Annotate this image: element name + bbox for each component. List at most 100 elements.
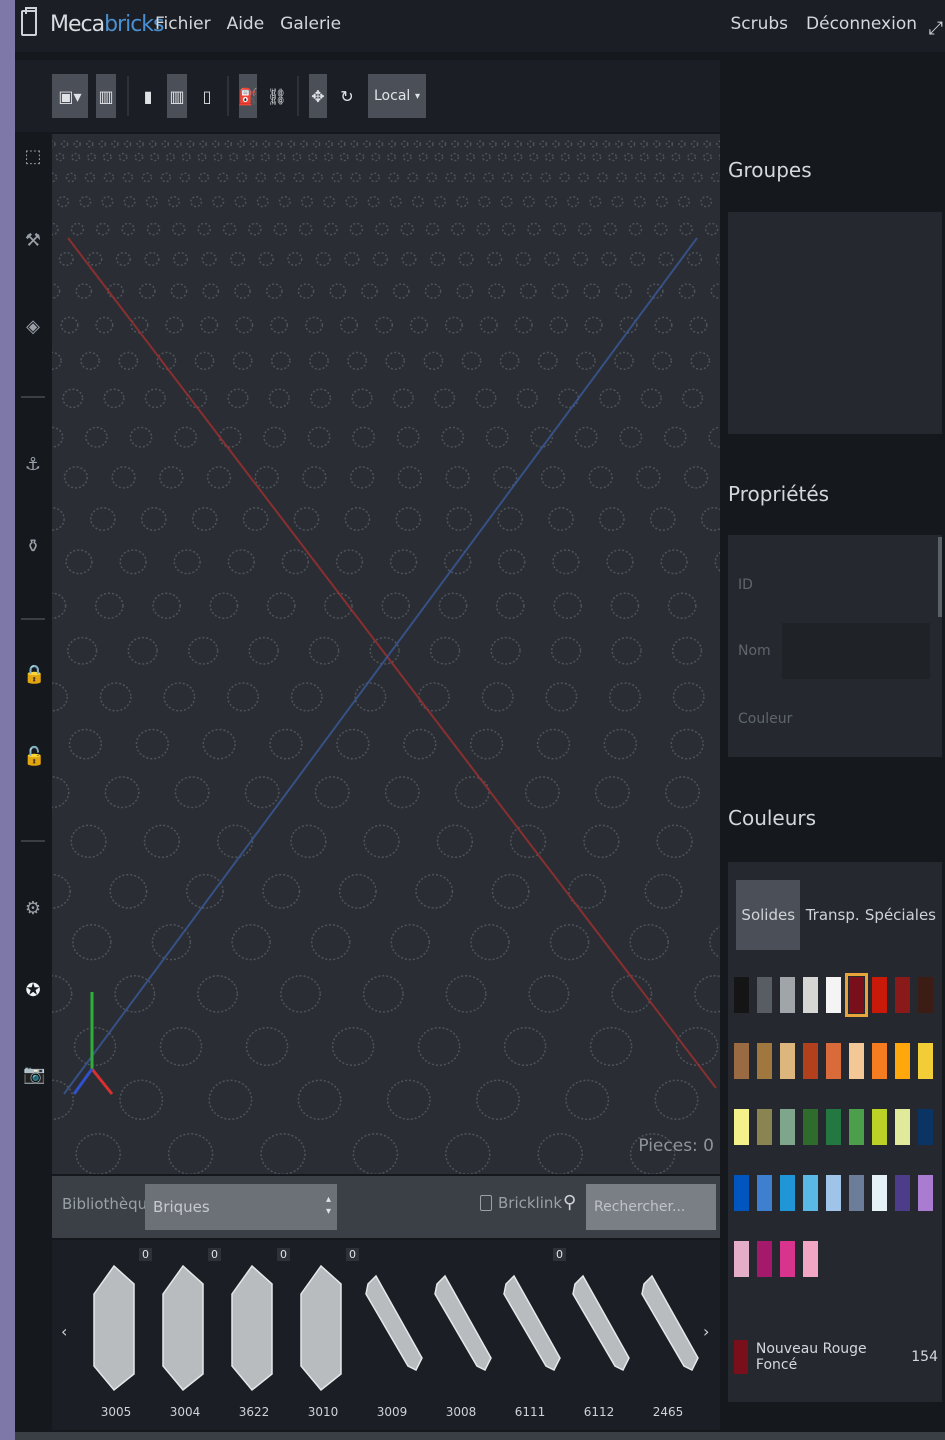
- color-swatch[interactable]: [734, 1241, 749, 1277]
- color-swatch[interactable]: [757, 1175, 772, 1211]
- color-swatch[interactable]: [780, 1175, 795, 1211]
- menu-fichier[interactable]: Fichier: [155, 14, 211, 34]
- part-card[interactable]: 2465: [636, 1248, 700, 1423]
- color-swatch[interactable]: [826, 977, 841, 1013]
- color-swatch[interactable]: [849, 1043, 864, 1079]
- brand-logo[interactable]: Mecabricks: [50, 12, 165, 37]
- tab-transparent[interactable]: Transp.: [800, 880, 864, 950]
- color-swatch[interactable]: [780, 1241, 795, 1277]
- part-card[interactable]: 3008: [429, 1248, 493, 1423]
- part-card[interactable]: 0 6111: [498, 1248, 566, 1423]
- color-swatch[interactable]: [803, 1241, 818, 1277]
- color-swatch[interactable]: [849, 1175, 864, 1211]
- transform-space-select[interactable]: Local ▾: [368, 74, 426, 118]
- paint-bucket-button[interactable]: ⛽: [238, 74, 258, 118]
- brick-icon: [93, 1264, 135, 1392]
- color-swatch[interactable]: [895, 1109, 910, 1145]
- lock-tool[interactable]: 🔒: [23, 664, 45, 685]
- color-swatch[interactable]: [872, 977, 887, 1013]
- color-swatch[interactable]: [895, 1043, 910, 1079]
- user-account-link[interactable]: Scrubs: [730, 14, 788, 34]
- color-swatch[interactable]: [845, 973, 868, 1017]
- unlock-tool[interactable]: 🔓: [23, 746, 45, 767]
- hammer-tool[interactable]: ⚒: [23, 230, 43, 251]
- color-swatch[interactable]: [803, 1109, 818, 1145]
- property-name-label: Nom: [738, 643, 771, 659]
- carousel-prev-button[interactable]: ‹: [61, 1322, 67, 1341]
- camera-tool[interactable]: 📷: [23, 1064, 45, 1085]
- bottle-tool[interactable]: ⚱: [23, 536, 43, 557]
- color-swatch[interactable]: [803, 1043, 818, 1079]
- color-swatch[interactable]: [849, 1109, 864, 1145]
- view-medium-button[interactable]: ▥: [167, 74, 187, 118]
- color-swatch[interactable]: [918, 1043, 933, 1079]
- part-card[interactable]: 0 3004: [153, 1248, 221, 1423]
- bricklink-checkbox[interactable]: Bricklink: [480, 1194, 562, 1212]
- help-tool[interactable]: ✪: [23, 980, 43, 1001]
- color-swatch[interactable]: [918, 977, 933, 1013]
- select-box-tool[interactable]: ⬚: [23, 146, 43, 167]
- move-tool-button[interactable]: ✥: [309, 74, 327, 118]
- category-select[interactable]: Briques ▴ ▾: [145, 1184, 337, 1230]
- part-card[interactable]: 6112: [567, 1248, 631, 1423]
- color-swatch[interactable]: [780, 1043, 795, 1079]
- menu-galerie[interactable]: Galerie: [280, 14, 341, 34]
- target-tool[interactable]: ◈: [23, 316, 43, 337]
- color-swatch[interactable]: [757, 1241, 772, 1277]
- settings-tool[interactable]: ⚙: [23, 898, 43, 919]
- grid-toggle-button[interactable]: ▥: [96, 74, 116, 118]
- color-swatch[interactable]: [734, 1043, 749, 1079]
- part-count-badge: 0: [277, 1248, 290, 1261]
- color-swatch[interactable]: [734, 977, 749, 1013]
- part-card[interactable]: 0 3622: [222, 1248, 290, 1423]
- color-swatch[interactable]: [895, 977, 910, 1013]
- groups-panel: [728, 212, 942, 434]
- color-swatch[interactable]: [872, 1043, 887, 1079]
- color-swatch[interactable]: [826, 1109, 841, 1145]
- brick-icon: [503, 1274, 561, 1372]
- menu-aide[interactable]: Aide: [227, 14, 265, 34]
- window-edge: [0, 0, 15, 1440]
- color-swatch[interactable]: [780, 977, 795, 1013]
- part-card[interactable]: 0 3010: [291, 1248, 359, 1423]
- view-small-button[interactable]: ▮: [141, 74, 155, 118]
- color-swatch[interactable]: [757, 1043, 772, 1079]
- add-brick-dropdown-button[interactable]: ▣▾: [52, 74, 88, 118]
- property-name-field[interactable]: [782, 623, 930, 679]
- pieces-counter: Pieces: 0: [638, 1136, 714, 1156]
- tab-solides[interactable]: Solides: [736, 880, 801, 950]
- color-swatch[interactable]: [757, 977, 772, 1013]
- search-icon: ⚲: [563, 1192, 577, 1213]
- color-swatch[interactable]: [918, 1175, 933, 1211]
- expand-icon[interactable]: ⤢: [929, 18, 943, 39]
- color-swatch[interactable]: [872, 1175, 887, 1211]
- color-swatch[interactable]: [803, 977, 818, 1013]
- link-button[interactable]: ⛓: [267, 74, 287, 118]
- search-input[interactable]: [586, 1184, 716, 1230]
- color-swatch[interactable]: [826, 1043, 841, 1079]
- logout-link[interactable]: Déconnexion: [806, 14, 917, 34]
- color-swatch[interactable]: [826, 1175, 841, 1211]
- property-color-label: Couleur: [738, 711, 793, 727]
- color-swatch[interactable]: [734, 1175, 749, 1211]
- scrollbar[interactable]: [938, 537, 942, 617]
- color-swatch[interactable]: [918, 1109, 933, 1145]
- part-card[interactable]: 0 3005: [84, 1248, 152, 1423]
- stamp-tool[interactable]: ⚓: [23, 454, 43, 475]
- color-swatch[interactable]: [803, 1175, 818, 1211]
- carousel-next-button[interactable]: ›: [703, 1322, 709, 1341]
- view-outline-button[interactable]: ▯: [199, 74, 215, 118]
- rotate-tool-button[interactable]: ↻: [337, 74, 357, 118]
- 3d-viewport[interactable]: Pieces: 0: [52, 134, 720, 1174]
- color-swatch[interactable]: [780, 1109, 795, 1145]
- color-swatch[interactable]: [734, 1109, 749, 1145]
- color-swatch[interactable]: [895, 1175, 910, 1211]
- chevron-right-icon: ›: [703, 1322, 710, 1341]
- part-card[interactable]: 3009: [360, 1248, 424, 1423]
- brick-add-icon: ▣▾: [58, 86, 82, 106]
- selected-color: Nouveau Rouge Foncé 154: [734, 1332, 938, 1382]
- tab-speciales[interactable]: Spéciales: [865, 880, 936, 950]
- properties-title: Propriétés: [728, 482, 830, 506]
- color-swatch[interactable]: [757, 1109, 772, 1145]
- color-swatch[interactable]: [872, 1109, 887, 1145]
